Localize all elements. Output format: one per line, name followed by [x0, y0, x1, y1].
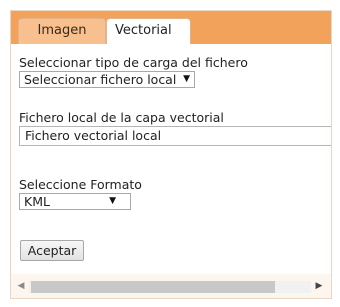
format-select[interactable]: KML ▼ [19, 193, 131, 210]
scroll-right-arrow-icon[interactable]: ▶ [313, 279, 325, 293]
dropdown-arrow-icon: ▼ [109, 196, 116, 206]
tab-content: Seleccionar tipo de carga del fichero Se… [11, 44, 331, 274]
load-type-selected: Seleccionar fichero local [24, 72, 177, 87]
scroll-left-arrow-icon[interactable]: ◀ [15, 279, 27, 293]
horizontal-scrollbar[interactable]: ◀ ▶ [11, 274, 331, 298]
vector-load-panel: Imagen Vectorial Seleccionar tipo de car… [10, 10, 332, 299]
local-file-field[interactable]: Fichero vectorial local [19, 126, 331, 146]
local-file-label: Fichero local de la capa vectorial [19, 110, 224, 125]
tab-vectorial[interactable]: Vectorial [106, 18, 191, 45]
format-label: Seleccione Formato [19, 177, 142, 192]
tab-imagen[interactable]: Imagen [18, 18, 106, 44]
load-type-label: Seleccionar tipo de carga del fichero [19, 55, 248, 70]
accept-button[interactable]: Aceptar [20, 240, 84, 261]
tab-bar: Imagen Vectorial [11, 11, 331, 45]
scrollbar-thumb[interactable] [31, 281, 275, 293]
load-type-select[interactable]: Seleccionar fichero local ▼ [19, 71, 195, 88]
dropdown-arrow-icon: ▼ [183, 74, 190, 84]
format-selected: KML [24, 194, 50, 209]
